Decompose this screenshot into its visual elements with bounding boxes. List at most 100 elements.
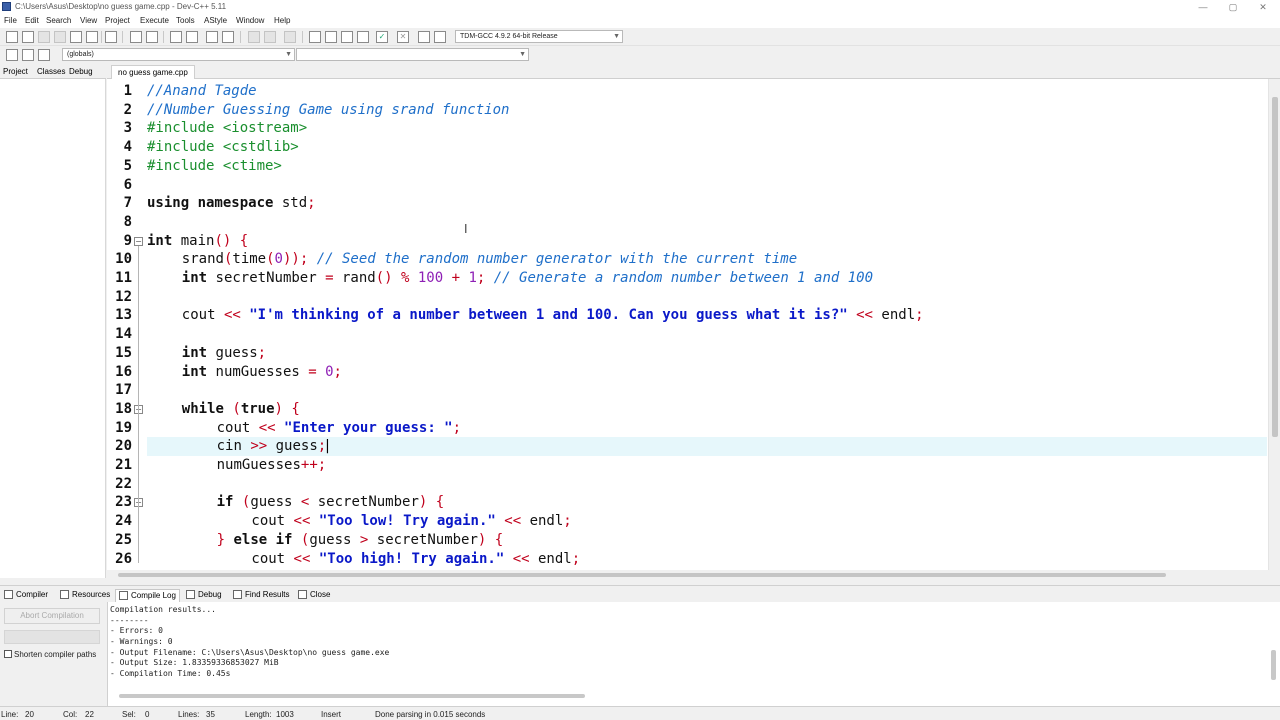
code-line[interactable]: 19 cout << "Enter your guess: ";: [107, 419, 1267, 438]
code-text[interactable]: while (true) {: [182, 400, 300, 419]
bookmark-icon[interactable]: [38, 49, 50, 61]
editor-vertical-scrollbar[interactable]: [1268, 79, 1280, 570]
menu-view[interactable]: View: [80, 16, 97, 25]
code-line[interactable]: 26 cout << "Too high! Try again." << endl…: [107, 550, 1267, 569]
goto-line-icon[interactable]: [206, 31, 218, 43]
new-file-icon[interactable]: [6, 31, 18, 43]
cascade-windows-icon[interactable]: [325, 31, 337, 43]
code-line[interactable]: 13 cout << "I'm thinking of a number betw…: [107, 306, 1267, 325]
code-text[interactable]: cin >> guess;|: [217, 437, 332, 456]
tab-no-guess-game[interactable]: no guess game.cpp: [111, 65, 195, 79]
menu-execute[interactable]: Execute: [140, 16, 169, 25]
log-vertical-scrollbar[interactable]: [1271, 650, 1276, 680]
code-text[interactable]: cout << "Enter your guess: ";: [217, 419, 461, 438]
tab-find-results[interactable]: Find Results: [233, 589, 289, 602]
close-panel-button[interactable]: Close: [298, 589, 330, 602]
tab-debug[interactable]: Debug: [69, 67, 93, 76]
close-window-button[interactable]: ✕: [1248, 0, 1278, 14]
scrollbar-thumb[interactable]: [118, 573, 1166, 577]
redo-icon[interactable]: [146, 31, 158, 43]
menu-window[interactable]: Window: [236, 16, 264, 25]
debug-bug-icon[interactable]: [434, 31, 446, 43]
menu-search[interactable]: Search: [46, 16, 71, 25]
check-syntax-icon[interactable]: ✓: [376, 31, 388, 43]
print-icon[interactable]: [105, 31, 117, 43]
code-text[interactable]: srand(time(0)); // Seed the random numbe…: [182, 250, 797, 269]
code-line[interactable]: 2 //Number Guessing Game using srand func…: [107, 101, 1267, 120]
code-text[interactable]: if (guess < secretNumber) {: [217, 493, 445, 512]
code-text[interactable]: cout << "Too high! Try again." << endl;: [251, 550, 580, 569]
log-horizontal-scrollbar[interactable]: [119, 694, 585, 698]
code-line[interactable]: 1 //Anand Tagde: [107, 82, 1267, 101]
code-text[interactable]: #include <ctime>: [147, 157, 282, 176]
code-line[interactable]: 21 numGuesses++;: [107, 456, 1267, 475]
toggle-comment-icon[interactable]: [284, 31, 296, 43]
tile-windows-icon[interactable]: [309, 31, 321, 43]
code-line[interactable]: 11 int secretNumber = rand() % 100 + 1; /…: [107, 269, 1267, 288]
insert-snippet-icon[interactable]: [22, 49, 34, 61]
symbol-select[interactable]: ▼: [296, 48, 529, 61]
code-line[interactable]: 14: [107, 325, 1267, 344]
close-file-icon[interactable]: [70, 31, 82, 43]
code-line[interactable]: 6: [107, 176, 1267, 195]
code-line[interactable]: 18−while (true) {: [107, 400, 1267, 419]
code-line[interactable]: 8: [107, 213, 1267, 232]
tab-resources[interactable]: Resources: [60, 589, 110, 602]
checkbox-box[interactable]: [4, 650, 12, 658]
compile-log[interactable]: Compilation results... -------- - Errors…: [107, 602, 1280, 706]
menu-edit[interactable]: Edit: [25, 16, 39, 25]
undo-icon[interactable]: [130, 31, 142, 43]
code-line[interactable]: 22: [107, 475, 1267, 494]
replace-icon[interactable]: [186, 31, 198, 43]
tab-compile-log[interactable]: Compile Log: [115, 589, 180, 602]
code-line[interactable]: 4 #include <cstdlib>: [107, 138, 1267, 157]
unindent-icon[interactable]: [264, 31, 276, 43]
code-line[interactable]: 12: [107, 288, 1267, 307]
code-text[interactable]: cout << "I'm thinking of a number betwee…: [182, 306, 924, 325]
open-file-icon[interactable]: [22, 31, 34, 43]
minimize-button[interactable]: —: [1188, 0, 1218, 14]
tab-debug-output[interactable]: Debug: [186, 589, 222, 602]
find-icon[interactable]: [170, 31, 182, 43]
code-line[interactable]: 24 cout << "Too low! Try again." << endl;: [107, 512, 1267, 531]
code-text[interactable]: cout << "Too low! Try again." << endl;: [251, 512, 571, 531]
fold-toggle-icon[interactable]: −: [134, 236, 143, 246]
tab-project[interactable]: Project: [3, 67, 28, 76]
save-all-icon[interactable]: [54, 31, 66, 43]
code-line[interactable]: 25} else if (guess > secretNumber) {: [107, 531, 1267, 550]
code-text[interactable]: //Number Guessing Game using srand funct…: [147, 101, 509, 120]
menu-help[interactable]: Help: [274, 16, 290, 25]
code-line[interactable]: 15 int guess;: [107, 344, 1267, 363]
code-line[interactable]: 20 cin >> guess;|: [107, 437, 1267, 456]
code-line[interactable]: 23−if (guess < secretNumber) {: [107, 493, 1267, 512]
compile-run-icon[interactable]: [357, 31, 369, 43]
code-line[interactable]: 10 srand(time(0)); // Seed the random num…: [107, 250, 1267, 269]
menu-astyle[interactable]: AStyle: [204, 16, 227, 25]
code-editor[interactable]: 1 //Anand Tagde 2 //Number Guessing Game us…: [107, 79, 1280, 570]
chart-profile-icon[interactable]: [418, 31, 430, 43]
goto-function-icon[interactable]: [222, 31, 234, 43]
code-text[interactable]: numGuesses++;: [217, 456, 327, 475]
code-line[interactable]: 5 #include <ctime>: [107, 157, 1267, 176]
save-icon[interactable]: [38, 31, 50, 43]
tab-compiler[interactable]: Compiler: [4, 589, 48, 602]
new-class-icon[interactable]: [6, 49, 18, 61]
abort-compilation-button[interactable]: Abort Compilation: [4, 608, 100, 624]
code-line[interactable]: 16 int numGuesses = 0;: [107, 363, 1267, 382]
scope-select[interactable]: (globals) ▼: [62, 48, 295, 61]
code-text[interactable]: //Anand Tagde: [147, 82, 257, 101]
code-text[interactable]: } else if (guess > secretNumber) {: [217, 531, 504, 550]
code-text[interactable]: #include <cstdlib>: [147, 138, 299, 157]
code-text[interactable]: int secretNumber = rand() % 100 + 1; // …: [182, 269, 873, 288]
shorten-paths-checkbox[interactable]: Shorten compiler paths: [4, 650, 96, 659]
tab-classes[interactable]: Classes: [37, 67, 65, 76]
code-line[interactable]: 3 #include <iostream>: [107, 119, 1267, 138]
indent-icon[interactable]: [248, 31, 260, 43]
code-line[interactable]: 9− int main() {: [107, 232, 1267, 251]
code-text[interactable]: int main() {: [147, 232, 248, 251]
maximize-button[interactable]: ▢: [1218, 0, 1248, 14]
editor-horizontal-scrollbar[interactable]: [107, 570, 1280, 580]
code-text[interactable]: #include <iostream>: [147, 119, 307, 138]
code-line[interactable]: 7 using namespace std;: [107, 194, 1267, 213]
scrollbar-thumb[interactable]: [1272, 97, 1278, 437]
